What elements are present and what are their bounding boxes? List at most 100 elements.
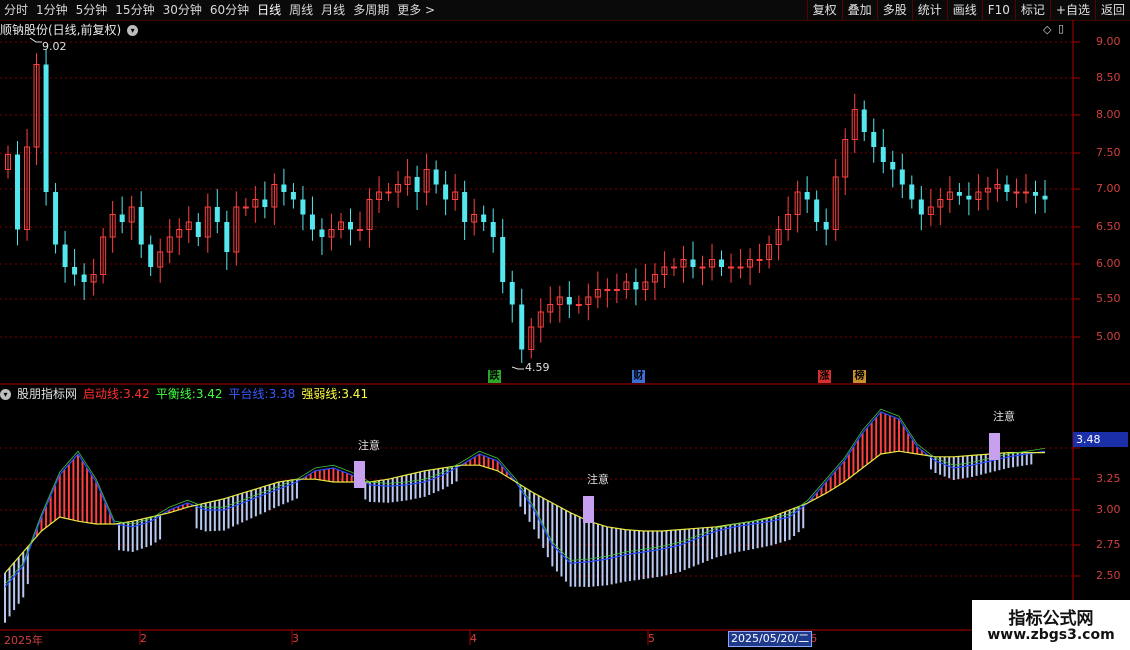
candle-body xyxy=(414,177,420,192)
candle-body xyxy=(719,259,725,267)
candle-body xyxy=(814,199,820,222)
x-tick: 2025年 xyxy=(4,634,43,647)
candle-body xyxy=(481,214,487,222)
candle-body xyxy=(347,222,353,230)
candle-body xyxy=(890,162,896,170)
candle-body xyxy=(909,184,915,200)
candle-body xyxy=(300,199,306,215)
candle-body xyxy=(690,259,696,267)
indicator-y-tick: 2.75 xyxy=(1096,538,1121,551)
panel-expand-icon[interactable]: ▯ xyxy=(1058,22,1064,35)
candle-body xyxy=(500,237,506,282)
chevron-down-icon[interactable]: ▾ xyxy=(127,24,139,36)
candle-body xyxy=(443,184,449,200)
watermark-logo: 指标公式网 www.zbgs3.com xyxy=(972,600,1130,650)
candle-body xyxy=(72,267,78,275)
line-start: 启动线:3.42 xyxy=(83,387,150,401)
indicator-header: ▾ 股朋指标网 启动线:3.42 平衡线:3.42 平台线:3.38 强弱线:3… xyxy=(0,386,368,402)
candle-body xyxy=(575,304,582,306)
candle-body xyxy=(1013,191,1020,194)
candle-body xyxy=(148,244,154,267)
candle-body xyxy=(1032,192,1038,196)
candle-body xyxy=(462,192,468,222)
candle-body xyxy=(1022,191,1029,194)
main-y-tick: 6.00 xyxy=(1096,257,1121,270)
indicator-y-tick: 3.00 xyxy=(1096,503,1121,516)
indicator-y-tick: 3.25 xyxy=(1096,472,1121,485)
candle-body xyxy=(604,289,611,291)
candle-body xyxy=(43,64,49,192)
main-y-tick: 7.00 xyxy=(1096,182,1121,195)
candle-body xyxy=(309,214,315,230)
candle-body xyxy=(1004,184,1010,192)
main-y-tick: 9.00 xyxy=(1096,35,1121,48)
high-marker xyxy=(29,37,42,43)
candle-body xyxy=(433,169,439,185)
annotation-box xyxy=(354,461,365,488)
candle-body xyxy=(823,222,829,230)
event-tag-list[interactable]: 榜 xyxy=(853,370,866,383)
candle-body xyxy=(880,147,886,162)
main-y-tick: 8.00 xyxy=(1096,108,1121,121)
candle-body xyxy=(138,207,144,245)
chevron-down-icon[interactable]: ▾ xyxy=(0,388,11,400)
event-tag-fall[interactable]: 跌 xyxy=(488,370,501,383)
event-tag-rise[interactable]: 涨 xyxy=(818,370,831,383)
candle-body xyxy=(15,154,21,230)
candle-body xyxy=(195,222,201,237)
candle-body xyxy=(519,304,525,350)
candle-body xyxy=(861,109,867,132)
candle-body xyxy=(728,266,735,269)
candle-body xyxy=(119,214,125,222)
candle-body xyxy=(566,297,572,305)
annotation-2: 注意 xyxy=(587,473,609,486)
main-y-tick: 5.50 xyxy=(1096,292,1121,305)
candle-body xyxy=(53,192,59,245)
candle-body xyxy=(899,169,905,185)
candle-body xyxy=(699,266,706,269)
candle-body xyxy=(262,199,268,207)
stock-title: 顺钠股份(日线,前复权) xyxy=(0,23,122,37)
candle-body xyxy=(966,195,972,200)
candle-body xyxy=(281,184,287,192)
candle-body xyxy=(357,229,364,231)
candle-body xyxy=(81,274,87,282)
main-y-tick: 6.50 xyxy=(1096,220,1121,233)
candle-body xyxy=(633,282,639,290)
x-tick: 5 xyxy=(648,632,655,645)
candle-body xyxy=(290,192,296,200)
candle-body xyxy=(804,192,810,200)
candle-body xyxy=(224,222,230,252)
candle-body xyxy=(613,289,620,291)
x-tick: 4 xyxy=(470,632,477,645)
main-y-tick: 7.50 xyxy=(1096,146,1121,159)
low-price-label: 4.59 xyxy=(525,361,550,374)
x-tick: 2 xyxy=(140,632,147,645)
annotation-box xyxy=(989,433,1000,460)
line-platform: 平台线:3.38 xyxy=(228,387,296,401)
current-value-badge: 3.48 xyxy=(1073,432,1128,447)
diamond-icon[interactable]: ◇ xyxy=(1043,23,1051,36)
candle-body xyxy=(956,192,962,196)
indicator-name: 股朋指标网 xyxy=(17,387,78,401)
candle-body xyxy=(319,229,325,237)
candle-body xyxy=(1042,195,1048,200)
main-y-tick: 5.00 xyxy=(1096,330,1121,343)
high-price-label: 9.02 xyxy=(42,40,67,53)
candle-body xyxy=(214,207,220,222)
candle-body xyxy=(62,244,68,267)
annotation-3: 注意 xyxy=(993,410,1015,423)
chart-canvas[interactable] xyxy=(0,0,1130,650)
event-tag-finance[interactable]: 财 xyxy=(632,370,645,383)
annotation-1: 注意 xyxy=(358,439,380,452)
candle-body xyxy=(737,266,744,269)
x-tick: 3 xyxy=(292,632,299,645)
candle-body xyxy=(756,259,763,261)
main-y-tick: 8.50 xyxy=(1096,71,1121,84)
indicator-y-tick: 2.50 xyxy=(1096,569,1121,582)
cursor-date: 2025/05/20/二 xyxy=(728,631,813,647)
candle-body xyxy=(385,191,392,194)
candle-body xyxy=(242,206,249,209)
candle-body xyxy=(918,199,924,215)
line-balance: 平衡线:3.42 xyxy=(155,387,223,401)
